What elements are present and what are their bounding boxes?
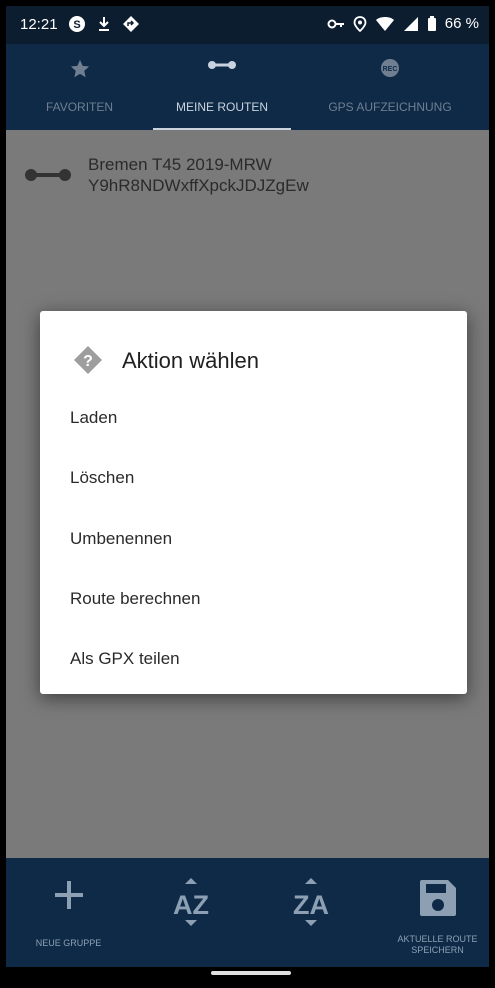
sort-descending-icon: ZA — [293, 878, 329, 926]
save-route-label-2: SPEICHERN — [411, 945, 464, 955]
battery-icon — [427, 15, 436, 31]
navigation-bar — [6, 967, 489, 982]
route-title: Bremen T45 2019-MRW — [88, 155, 272, 174]
action-laden[interactable]: Laden — [70, 408, 117, 428]
tab-bar: FAVORITEN MEINE ROUTEN REC GPS AUFZEICHN… — [6, 44, 489, 131]
action-loeschen[interactable]: Löschen — [70, 468, 134, 488]
action-umbenennen[interactable]: Umbenennen — [70, 529, 172, 549]
tab-label: MEINE ROUTEN — [175, 100, 268, 114]
tab-favoriten[interactable]: FAVORITEN — [6, 44, 153, 130]
download-icon — [99, 17, 109, 31]
svg-text:ZA: ZA — [293, 890, 329, 920]
signal-icon — [403, 16, 418, 31]
sort-ascending-icon: AZ — [173, 878, 209, 926]
bottom-toolbar: NEUE GRUPPE AZ ZA AKTUELLE ROUTE SPEICHE… — [6, 858, 489, 967]
list-item[interactable]: Bremen T45 2019-MRW Y9hR8NDWxffXpckJDJZg… — [6, 144, 489, 204]
location-icon — [353, 15, 367, 32]
skype-icon: S — [69, 16, 85, 32]
wifi-icon — [375, 16, 394, 31]
save-route-button[interactable]: AKTUELLE ROUTE SPEICHERN — [386, 858, 489, 967]
rec-icon: REC — [381, 59, 399, 77]
action-dialog: ? Aktion wählen Laden Löschen Umbenennen… — [40, 311, 467, 694]
route-icon — [25, 169, 71, 181]
plus-icon — [54, 881, 83, 909]
svg-text:?: ? — [83, 353, 93, 370]
status-time: 12:21 — [20, 16, 58, 33]
phone-screen: 12:21 S 66 % FAVORITEN MEINE ROUTEN REC … — [6, 6, 489, 982]
tab-label: GPS AUFZEICHNUNG — [328, 100, 452, 114]
new-group-button[interactable]: NEUE GRUPPE — [16, 858, 121, 967]
route-icon — [208, 61, 236, 69]
save-route-label-1: AKTUELLE ROUTE — [397, 934, 478, 944]
status-bar: 12:21 S 66 % — [6, 6, 489, 44]
tab-gps-aufzeichnung[interactable]: REC GPS AUFZEICHNUNG — [291, 44, 489, 130]
sort-za-button[interactable]: ZA — [266, 858, 356, 967]
action-als-gpx-teilen[interactable]: Als GPX teilen — [70, 649, 180, 669]
action-route-berechnen[interactable]: Route berechnen — [70, 589, 200, 609]
tab-meine-routen[interactable]: MEINE ROUTEN — [153, 44, 291, 130]
route-id: Y9hR8NDWxffXpckJDJZgEw — [88, 176, 309, 195]
help-icon: ? — [74, 346, 102, 374]
sort-az-button[interactable]: AZ — [146, 858, 236, 967]
svg-text:AZ: AZ — [173, 890, 209, 920]
navigation-icon — [123, 16, 139, 32]
route-name: Bremen T45 2019-MRW Y9hR8NDWxffXpckJDJZg… — [88, 154, 309, 196]
battery-percent: 66 % — [444, 15, 479, 32]
new-group-label: NEUE GRUPPE — [35, 938, 102, 948]
key-icon — [327, 19, 344, 28]
dialog-title: Aktion wählen — [122, 348, 259, 373]
star-icon — [70, 59, 89, 78]
home-gesture-handle[interactable] — [211, 971, 291, 975]
tab-label: FAVORITEN — [45, 100, 114, 114]
save-icon — [419, 880, 456, 916]
notification-icons: S — [68, 15, 140, 33]
svg-text:S: S — [73, 19, 80, 31]
system-icons: 66 % — [327, 15, 479, 32]
svg-text:REC: REC — [383, 66, 398, 73]
